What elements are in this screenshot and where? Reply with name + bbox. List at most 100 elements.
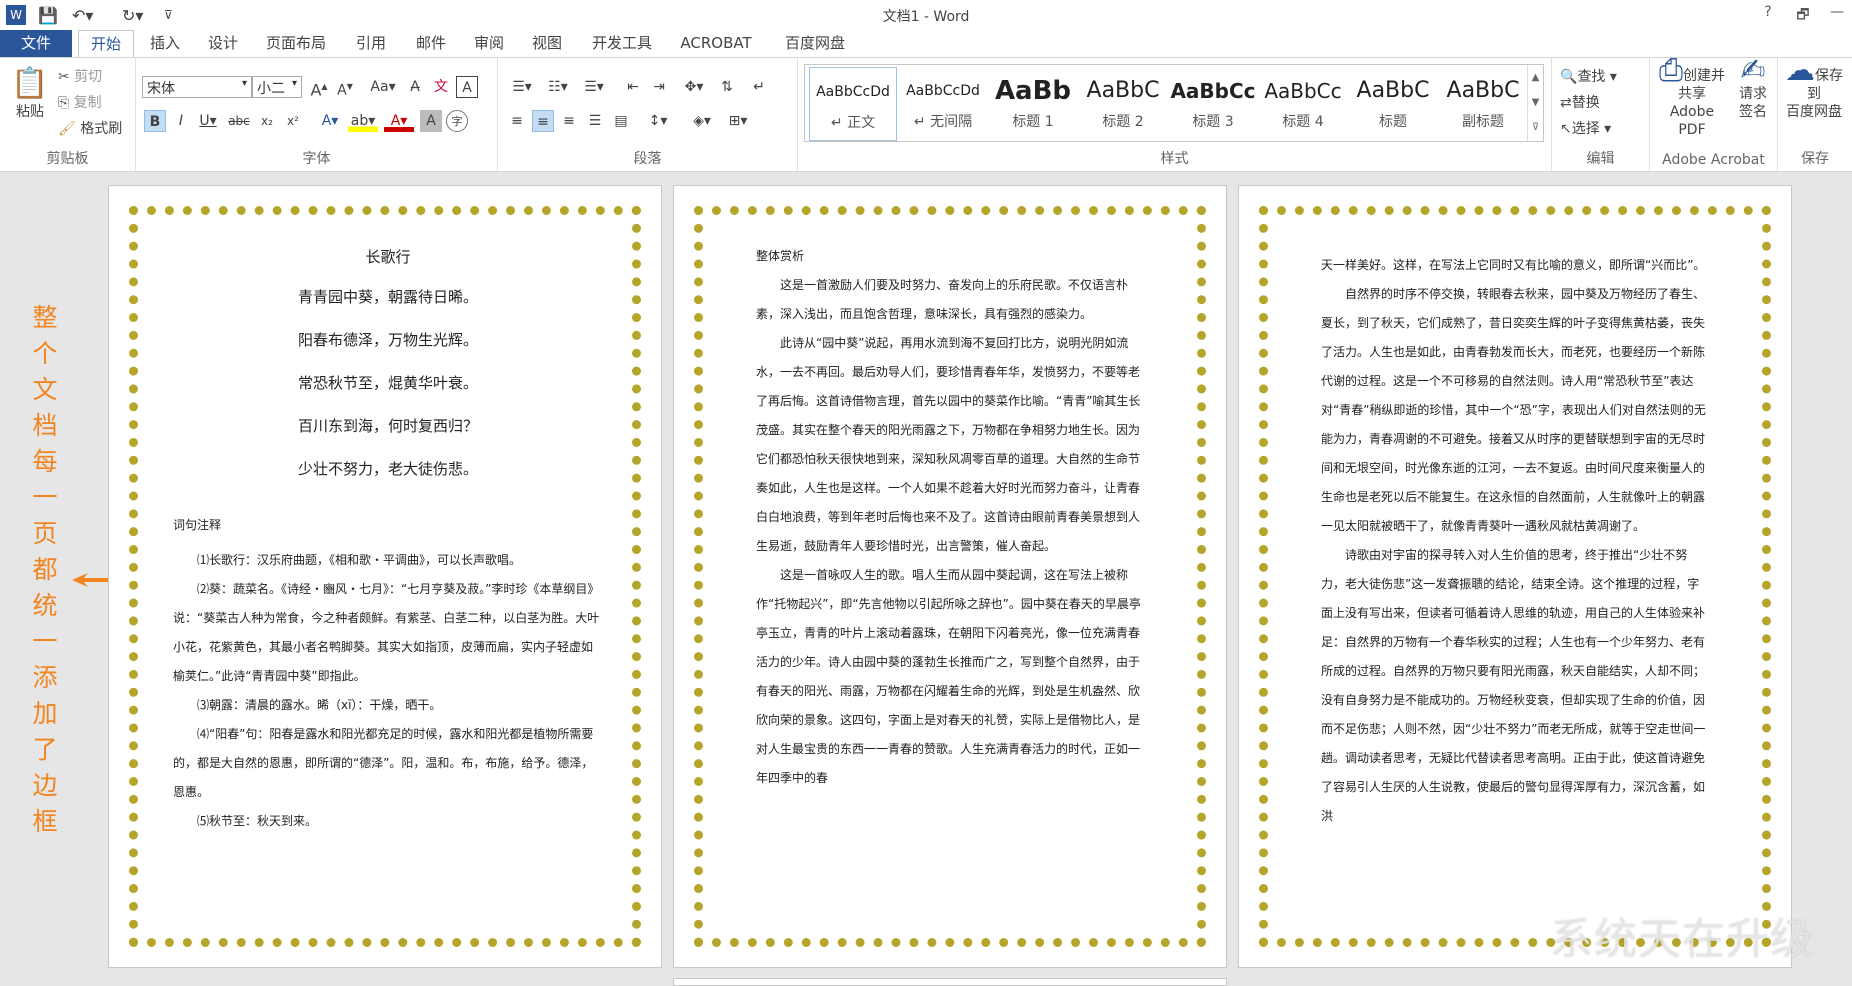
tab-developer[interactable]: 开发工具 <box>582 30 662 57</box>
tab-acrobat[interactable]: ACROBAT <box>672 30 760 57</box>
shrink-font-icon[interactable]: A▼ <box>334 76 356 99</box>
align-right-icon[interactable]: ≡ <box>558 110 580 132</box>
poem-title: 长歌行 <box>365 248 411 266</box>
paste-button[interactable]: 📋 粘贴 <box>10 66 50 121</box>
grow-font-icon[interactable]: A▲ <box>308 76 330 99</box>
page-2[interactable]: 整体赏析 这是一首激励人们要及时努力、奋发向上的乐府民歌。不仅语言朴素，深入浅出… <box>673 185 1227 968</box>
char-border-icon[interactable]: A <box>456 76 478 98</box>
subscript-button[interactable]: x₂ <box>256 110 278 132</box>
create-pdf-button[interactable]: ⎙创建并共享 Adobe PDF <box>1656 53 1728 139</box>
shading-icon[interactable]: ◈▾ <box>686 110 718 132</box>
format-painter-button[interactable]: 🖌 格式刷 <box>58 118 122 138</box>
paragraph: 这是一首咏叹人生的歌。唱人生而从园中葵起调，这在写法上被称作“托物起兴”，即“先… <box>756 568 1141 785</box>
note-item: ⑸秋节至：秋天到来。 <box>197 814 318 828</box>
gallery-scroll[interactable]: ▲ ▼ ⊽ <box>1527 65 1543 141</box>
text-effect-icon[interactable]: A▾ <box>316 110 344 132</box>
ribbon-tabs: 文件 开始 插入 设计 页面布局 引用 邮件 审阅 视图 开发工具 ACROBA… <box>0 30 1852 58</box>
window-title: 文档1 - Word <box>882 9 970 25</box>
superscript-button[interactable]: x² <box>282 110 304 132</box>
style-no-spacing[interactable]: AaBbCcDd ↵ 无间隔 <box>899 67 987 141</box>
restore-button[interactable]: 🗗 <box>1788 4 1818 26</box>
font-size-select[interactable]: 小二 ▾ <box>252 76 302 98</box>
distributed-icon[interactable]: ▤ <box>610 110 632 132</box>
page-3-content[interactable]: 天一样美好。这样，在写法上它同时又有比喻的意义，即所谓“兴而比”。 自然界的时序… <box>1321 251 1706 831</box>
paste-icon: 📋 <box>11 66 49 101</box>
group-label-paragraph: 段落 <box>633 151 662 167</box>
binoculars-icon: 🔍 <box>1560 69 1578 85</box>
borders-icon[interactable]: ⊞▾ <box>722 110 754 132</box>
group-label-save: 保存 <box>1801 151 1829 167</box>
select-button[interactable]: ↖选择 ▾ <box>1560 118 1611 138</box>
copy-button[interactable]: ⎘ 复制 <box>58 92 102 112</box>
paragraph: 此诗从“园中葵”说起，再用水流到海不复回打比方，说明光阴如流水，一去不再回。最后… <box>756 336 1141 553</box>
highlight-icon[interactable]: ab▾ <box>348 110 378 132</box>
style-heading-3[interactable]: AaBbCc 标题 3 <box>1169 67 1257 141</box>
line-spacing-icon[interactable]: ↕▾ <box>642 110 674 132</box>
poem-line: 少壮不努力，老大徒伤悲。 <box>297 460 478 478</box>
page-3[interactable]: 天一样美好。这样，在写法上它同时又有比喻的意义，即所谓“兴而比”。 自然界的时序… <box>1238 185 1792 968</box>
notes-title: 词句注释 <box>173 518 222 532</box>
multilevel-icon[interactable]: ☰▾ <box>578 76 610 98</box>
style-title[interactable]: AaBbC 标题 <box>1349 67 1437 141</box>
char-shading-icon[interactable]: A <box>420 110 442 132</box>
group-label-clipboard: 剪贴板 <box>46 151 89 167</box>
style-heading-2[interactable]: AaBbC 标题 2 <box>1079 67 1167 141</box>
page-1[interactable]: 长歌行 青青园中葵，朝露待日晞。 阳春布德泽，万物生光辉。 常恐秋节至，焜黄华叶… <box>108 185 662 968</box>
tab-home[interactable]: 开始 <box>78 30 134 58</box>
show-marks-icon[interactable]: ↵ <box>748 76 770 98</box>
style-heading-1[interactable]: AaBb 标题 1 <box>989 67 1077 141</box>
asian-layout-icon[interactable]: ✥▾ <box>678 76 710 98</box>
style-subtitle[interactable]: AaBbC 副标题 <box>1439 67 1527 141</box>
italic-button[interactable]: I <box>170 110 192 132</box>
group-label-acrobat: Adobe Acrobat <box>1662 152 1765 168</box>
underline-button[interactable]: U▾ <box>194 110 222 132</box>
paragraph: 诗歌由对宇宙的探寻转入对人生价值的思考，终于推出“少壮不努力，老大徒伤悲”这一发… <box>1321 548 1706 823</box>
tab-insert[interactable]: 插入 <box>140 30 190 57</box>
tab-references[interactable]: 引用 <box>346 30 396 57</box>
page-1-content[interactable]: 长歌行 青青园中葵，朝露待日晞。 阳春布德泽，万物生光辉。 常恐秋节至，焜黄华叶… <box>173 242 603 836</box>
strike-button[interactable]: abc <box>226 110 252 132</box>
clear-format-icon[interactable]: A̶ <box>404 76 426 98</box>
replace-button[interactable]: ⇄替换 <box>1560 92 1600 112</box>
help-button[interactable]: ? <box>1753 4 1783 26</box>
tab-layout[interactable]: 页面布局 <box>256 30 336 57</box>
cloud-icon: ☁ <box>1785 53 1815 88</box>
font-name-select[interactable]: 宋体 ▾ <box>142 76 252 98</box>
justify-icon[interactable]: ☰ <box>584 110 606 132</box>
bold-button[interactable]: B <box>144 110 166 132</box>
ribbon: 📋 粘贴 ✂ 剪切 ⎘ 复制 🖌 格式刷 剪贴板 宋体 ▾ 小二 ▾ A▲ A▼ A… <box>0 53 1852 172</box>
tab-design[interactable]: 设计 <box>198 30 248 57</box>
tab-baidu[interactable]: 百度网盘 <box>776 30 854 57</box>
paragraph: 自然界的时序不停交换，转眼春去秋来，园中葵及万物经历了春生、夏长，到了秋天，它们… <box>1321 287 1706 533</box>
cut-button[interactable]: ✂ 剪切 <box>58 66 102 86</box>
find-button[interactable]: 🔍查找 ▾ <box>1560 66 1617 86</box>
group-save: ☁保存到 百度网盘 保存 <box>1778 53 1852 171</box>
style-heading-4[interactable]: AaBbCc 标题 4 <box>1259 67 1347 141</box>
request-signature-button[interactable]: ✍请求 签名 <box>1734 56 1772 121</box>
phonetic-icon[interactable]: 文 <box>430 76 452 98</box>
note-item: ⑶朝露：清晨的露水。晞（xī）：干燥，晒干。 <box>197 698 442 712</box>
analysis-title: 整体赏析 <box>756 249 805 263</box>
align-center-icon[interactable]: ≡ <box>532 110 554 132</box>
style-normal[interactable]: AaBbCcDd ↵ 正文 <box>809 67 897 141</box>
pdf-icon: ⎙ <box>1659 53 1683 88</box>
numbering-icon[interactable]: ☷▾ <box>542 76 574 98</box>
font-color-icon[interactable]: A▾ <box>384 110 414 132</box>
decrease-indent-icon[interactable]: ⇤ <box>622 76 644 98</box>
poem-body: 青青园中葵，朝露待日晞。 阳春布德泽，万物生光辉。 常恐秋节至，焜黄华叶衰。 百… <box>173 276 603 491</box>
minimize-button[interactable]: — <box>1822 4 1852 26</box>
save-baidu-button[interactable]: ☁保存到 百度网盘 <box>1782 53 1846 121</box>
enclose-char-icon[interactable]: 字 <box>446 110 468 132</box>
sort-icon[interactable]: ⇅ <box>716 76 738 98</box>
change-case-icon[interactable]: Aa▾ <box>368 76 398 98</box>
chevron-down-icon: ▾ <box>241 78 247 89</box>
align-left-icon[interactable]: ≡ <box>506 110 528 132</box>
increase-indent-icon[interactable]: ⇥ <box>648 76 670 98</box>
tab-file[interactable]: 文件 <box>0 30 72 57</box>
tab-mailings[interactable]: 邮件 <box>406 30 456 57</box>
tab-view[interactable]: 视图 <box>522 30 572 57</box>
tab-review[interactable]: 审阅 <box>464 30 514 57</box>
scissors-icon: ✂ <box>58 69 70 85</box>
bullets-icon[interactable]: ☰▾ <box>506 76 538 98</box>
page-2-content[interactable]: 整体赏析 这是一首激励人们要及时努力、奋发向上的乐府民歌。不仅语言朴素，深入浅出… <box>756 242 1141 793</box>
